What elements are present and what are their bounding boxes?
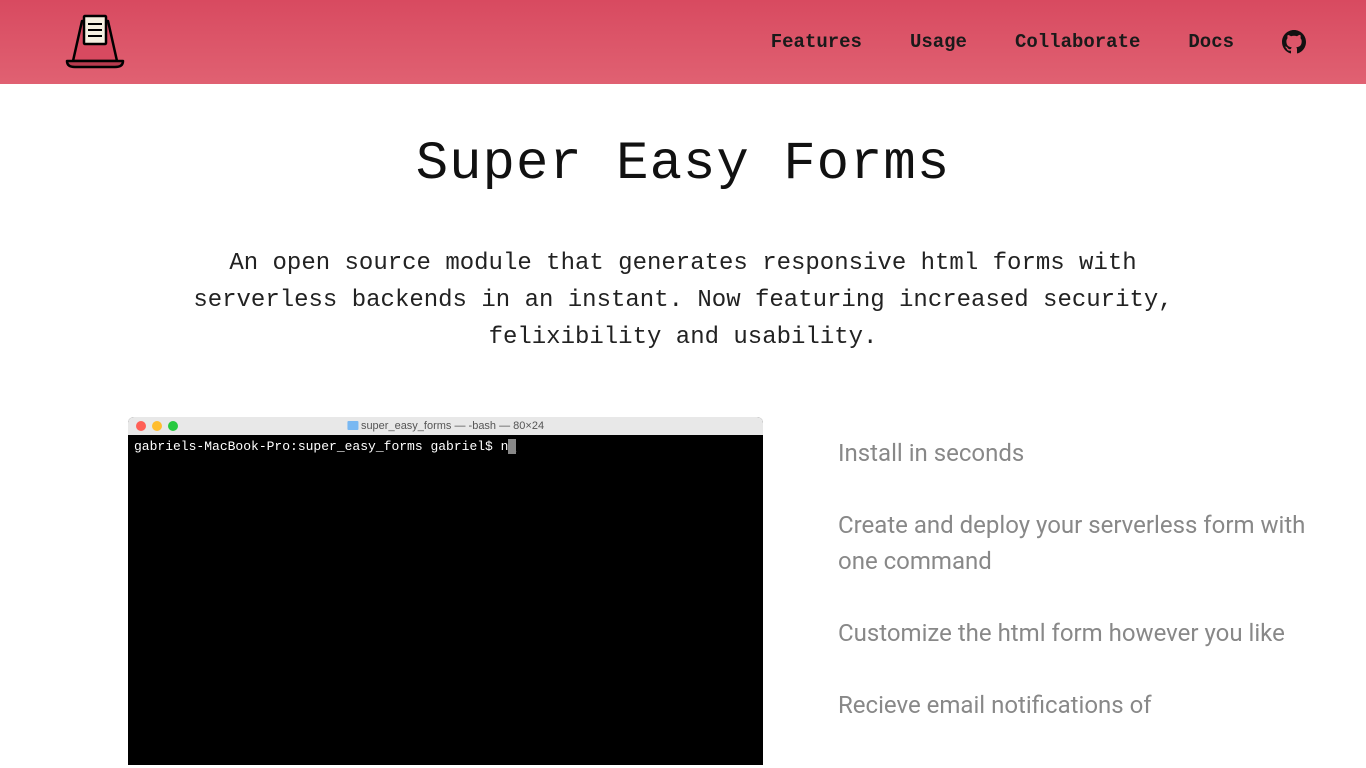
terminal-cursor: _	[508, 439, 516, 454]
nav-link-collaborate[interactable]: Collaborate	[1015, 31, 1140, 53]
feature-item: Customize the html form however you like	[838, 615, 1306, 651]
nav-link-usage[interactable]: Usage	[910, 31, 967, 53]
terminal-title-text: super_easy_forms — -bash — 80×24	[361, 420, 544, 432]
terminal-titlebar: super_easy_forms — -bash — 80×24	[128, 417, 763, 435]
folder-icon	[347, 421, 358, 430]
page-subtitle: An open source module that generates res…	[178, 245, 1188, 357]
feature-item: Create and deploy your serverless form w…	[838, 507, 1306, 579]
feature-item: Install in seconds	[838, 435, 1306, 471]
minimize-icon	[152, 421, 162, 431]
hero-section: Super Easy Forms An open source module t…	[0, 84, 1366, 397]
terminal-prompt: gabriels-MacBook-Pro:super_easy_forms ga…	[134, 439, 508, 454]
nav-link-docs[interactable]: Docs	[1188, 31, 1234, 53]
maximize-icon	[168, 421, 178, 431]
content-section: super_easy_forms — -bash — 80×24 gabriel…	[0, 397, 1366, 765]
page-title: Super Easy Forms	[0, 134, 1366, 195]
terminal-body: gabriels-MacBook-Pro:super_easy_forms ga…	[128, 435, 763, 765]
close-icon	[136, 421, 146, 431]
navbar: Features Usage Collaborate Docs	[0, 0, 1366, 84]
logo[interactable]	[60, 13, 130, 71]
terminal-title: super_easy_forms — -bash — 80×24	[347, 420, 544, 432]
nav-links: Features Usage Collaborate Docs	[771, 30, 1306, 54]
feature-list: Install in seconds Create and deploy you…	[838, 417, 1306, 759]
github-icon[interactable]	[1282, 30, 1306, 54]
traffic-lights	[136, 421, 178, 431]
feature-item: Recieve email notifications of	[838, 687, 1306, 723]
terminal-window: super_easy_forms — -bash — 80×24 gabriel…	[128, 417, 763, 765]
nav-link-features[interactable]: Features	[771, 31, 862, 53]
